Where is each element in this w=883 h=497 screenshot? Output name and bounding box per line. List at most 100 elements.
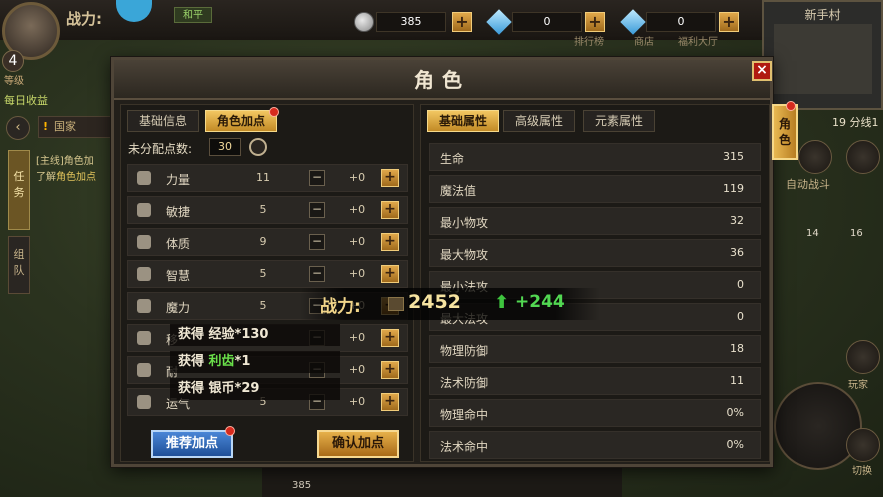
warning-icon: ! — [43, 120, 49, 133]
skill-slot-icon[interactable] — [846, 140, 880, 174]
stat-row: 最小物攻 32 — [429, 207, 761, 235]
switch-label: 切换 — [852, 466, 872, 477]
reset-points-icon[interactable] — [249, 138, 267, 156]
decrease-button[interactable]: − — [309, 170, 325, 186]
attribute-value: 11 — [256, 171, 270, 184]
increase-button[interactable]: + — [381, 233, 399, 251]
stat-name: 物理防御 — [440, 344, 489, 358]
attribute-name: 魔力 — [166, 301, 191, 315]
attribute-row: 体质 9 − +0 + — [127, 228, 408, 256]
decrease-button[interactable]: − — [309, 202, 325, 218]
power-popup-label: 战力: — [320, 297, 361, 317]
increase-button[interactable]: + — [381, 361, 399, 379]
agility-icon — [137, 203, 151, 217]
back-arrow-icon[interactable]: ‹ — [6, 116, 30, 140]
notification-dot — [225, 426, 235, 436]
attribute-name: 智慧 — [166, 269, 191, 283]
stat-name: 最大物攻 — [440, 248, 489, 262]
stat-name: 物理命中 — [440, 408, 489, 422]
team-side-tab[interactable]: 组队 — [8, 236, 30, 294]
attribute-row: 力量 11 − +0 + — [127, 164, 408, 192]
stat-row: 物理命中 0% — [429, 399, 761, 427]
nation-label: 国家 — [54, 120, 77, 133]
attribute-added: +0 — [348, 267, 366, 280]
decrease-button[interactable]: − — [309, 234, 325, 250]
attribute-value: 5 — [259, 267, 267, 280]
stat-value: 18 — [730, 342, 744, 355]
stat-row: 物理防御 18 — [429, 335, 761, 363]
confirm-points-button[interactable]: 确认加点 — [317, 430, 399, 458]
up-arrow-icon: ⬆ — [494, 292, 510, 313]
minimap[interactable]: 新手村 — [762, 0, 883, 110]
attribute-added: +0 — [348, 235, 366, 248]
tab-basic-stats[interactable]: 基础属性 — [427, 110, 499, 132]
side-tab-character[interactable]: 角色 — [772, 104, 798, 160]
stat-name: 魔法值 — [440, 184, 477, 198]
stat-value: 0 — [737, 310, 744, 323]
stat-name: 法术防御 — [440, 376, 489, 390]
strength-icon — [137, 171, 151, 185]
welfare-menu-label[interactable]: 福利大厅 — [678, 33, 718, 48]
tab-basic-info[interactable]: 基础信息 — [127, 110, 199, 132]
silver-amount: 385 — [376, 12, 446, 32]
auto-battle-label: 自动战斗 — [786, 178, 830, 191]
silver-coin-icon — [354, 12, 374, 32]
add-silver-button[interactable]: + — [452, 12, 472, 32]
bound-diamond-amount: 0 — [646, 12, 716, 32]
stat-row: 法术命中 0% — [429, 431, 761, 459]
unallocated-points-value: 30 — [209, 138, 241, 156]
rank-menu-label[interactable]: 排行榜 — [574, 33, 604, 48]
increase-button[interactable]: + — [381, 329, 399, 347]
unallocated-points-label: 未分配点数: — [128, 142, 193, 156]
attribute-row: 敏捷 5 − +0 + — [127, 196, 408, 224]
daily-income-button[interactable]: 每日收益 — [4, 92, 48, 108]
task-side-tab[interactable]: 任务 — [8, 150, 30, 230]
magic-power-icon — [137, 299, 151, 313]
stat-value: 32 — [730, 214, 744, 227]
quest-line-2: 了解角色加点 — [36, 172, 96, 183]
stat-row: 法术防御 11 — [429, 367, 761, 395]
loot-message: 获得 经验*130 — [170, 324, 340, 346]
shop-menu-label[interactable]: 商店 — [634, 33, 654, 48]
hp-potion-count: 14 — [806, 228, 819, 239]
attribute-name: 敏捷 — [166, 205, 191, 219]
dialog-title: 角色 — [414, 68, 470, 92]
constitution-icon — [137, 235, 151, 249]
attribute-name: 体质 — [166, 237, 191, 251]
stat-value: 0% — [726, 438, 744, 451]
auto-battle-icon[interactable] — [798, 140, 832, 174]
minimap-view — [774, 24, 872, 94]
attribute-value: 9 — [259, 235, 267, 248]
wisdom-icon — [137, 267, 151, 281]
stat-name: 生命 — [440, 152, 465, 166]
nation-button[interactable]: ! 国家 — [38, 116, 112, 138]
increase-button[interactable]: + — [381, 265, 399, 283]
recommend-points-button[interactable]: 推荐加点 — [151, 430, 233, 458]
quest-tracker[interactable]: [主线]角色加 了解角色加点 — [36, 154, 96, 186]
player-list-icon[interactable] — [846, 340, 880, 374]
attribute-added: +0 — [348, 203, 366, 216]
increase-button[interactable]: + — [381, 393, 399, 411]
power-icon — [388, 297, 404, 311]
pk-mode-tag[interactable]: 和平 — [174, 7, 212, 23]
add-bound-diamond-button[interactable]: + — [719, 12, 739, 32]
stat-name: 法术命中 — [440, 440, 489, 454]
server-line-label[interactable]: 19 分线1 — [832, 114, 879, 130]
stat-value: 0 — [737, 278, 744, 291]
attack-sword-icon[interactable] — [774, 382, 862, 470]
stat-row: 最大物攻 36 — [429, 239, 761, 267]
decrease-button[interactable]: − — [309, 266, 325, 282]
increase-button[interactable]: + — [381, 201, 399, 219]
close-icon[interactable]: × — [752, 61, 772, 81]
bottom-hotbar — [262, 468, 622, 497]
tab-element-stats[interactable]: 元素属性 — [583, 110, 655, 132]
quest-line-1: [主线]角色加 — [36, 156, 94, 167]
tab-attribute-points[interactable]: 角色加点 — [205, 110, 277, 132]
tab-advanced-stats[interactable]: 高级属性 — [503, 110, 575, 132]
hud-power-label: 战力: — [66, 10, 102, 28]
increase-button[interactable]: + — [381, 169, 399, 187]
power-gain-value: +244 — [515, 292, 565, 312]
switch-target-icon[interactable] — [846, 428, 880, 462]
add-diamond-button[interactable]: + — [585, 12, 605, 32]
stat-name: 最小物攻 — [440, 216, 489, 230]
